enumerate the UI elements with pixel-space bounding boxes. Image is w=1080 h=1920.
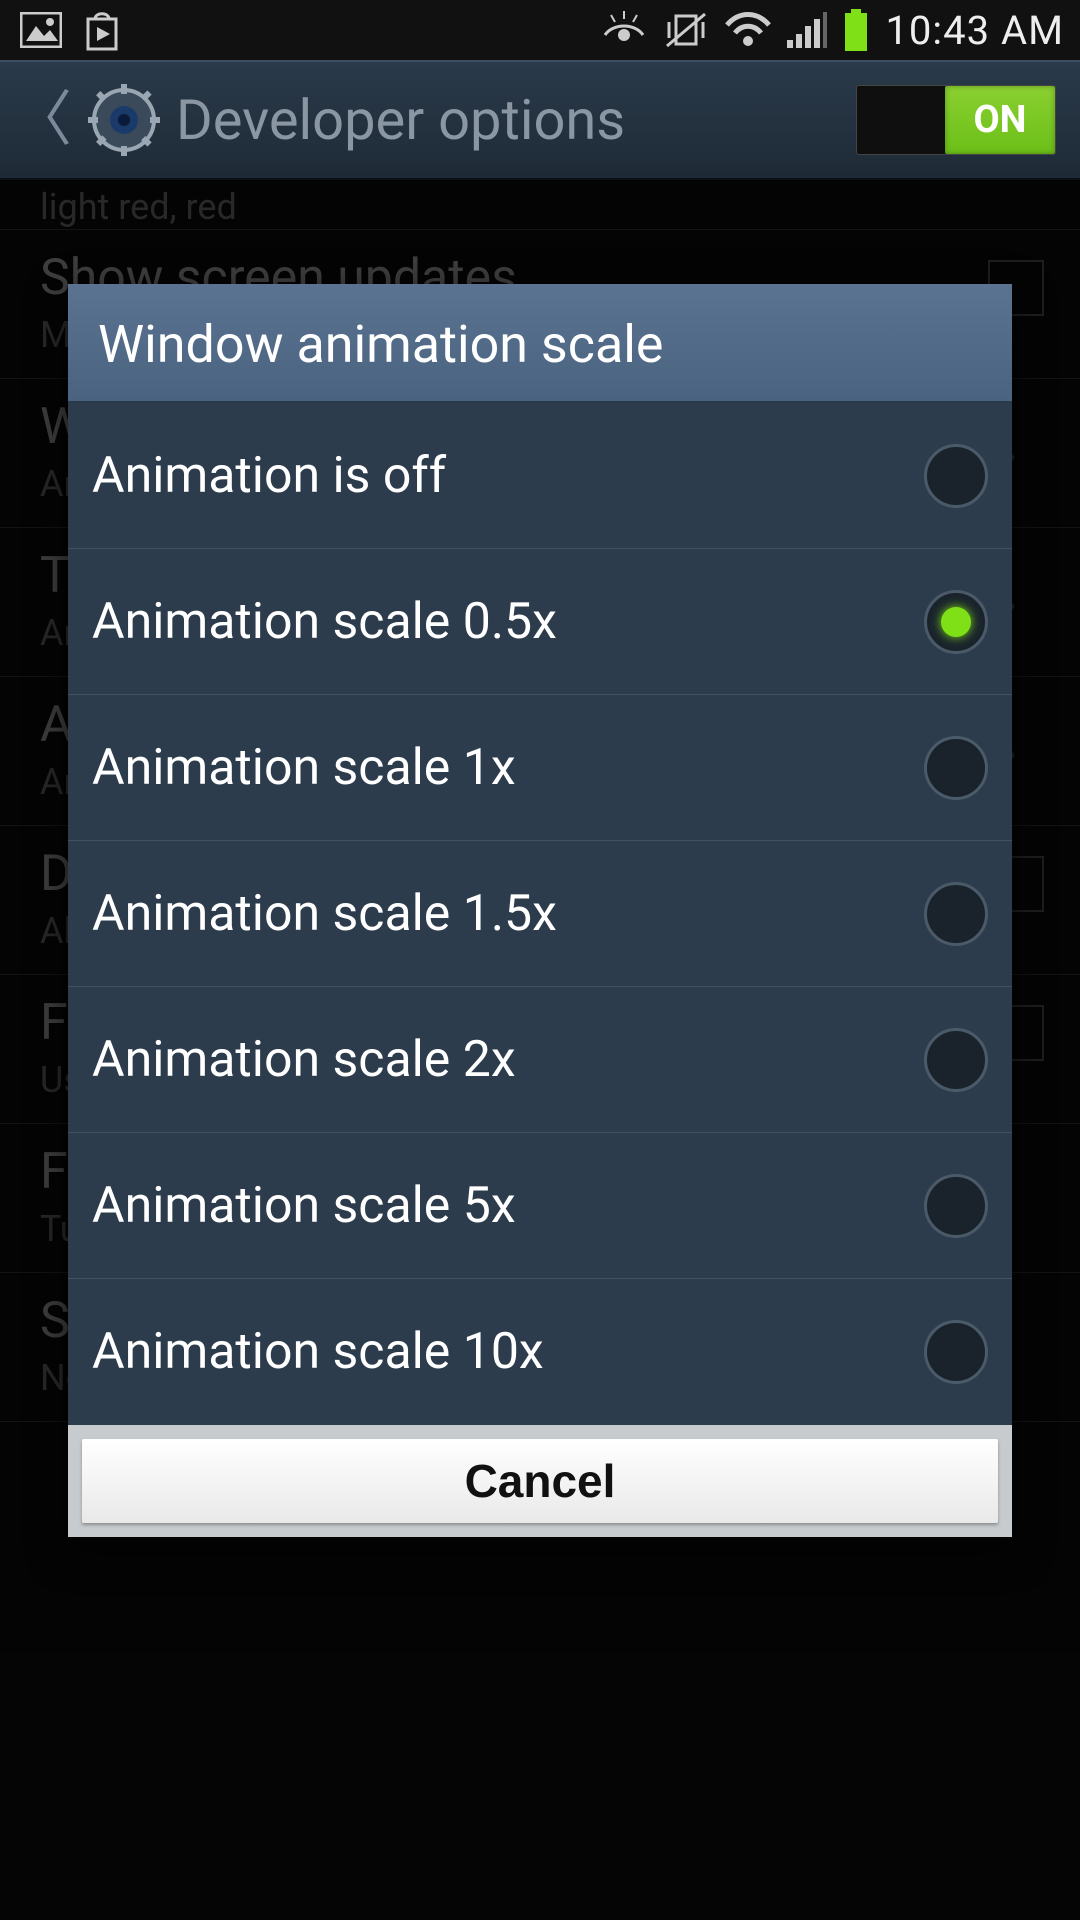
header-left[interactable]: 〈 Developer options bbox=[12, 82, 625, 158]
radio-icon[interactable] bbox=[924, 1174, 988, 1238]
battery-icon bbox=[843, 9, 869, 51]
radio-icon[interactable] bbox=[924, 736, 988, 800]
cancel-button[interactable]: Cancel bbox=[82, 1439, 998, 1523]
dialog-option[interactable]: Animation scale 0.5x bbox=[68, 549, 1012, 695]
dialog-title: Window animation scale bbox=[68, 284, 1012, 403]
dialog-option-label: Animation scale 1x bbox=[92, 739, 516, 797]
back-icon[interactable]: 〈 bbox=[12, 90, 72, 150]
dialog-option-label: Animation is off bbox=[92, 447, 446, 505]
dialog-option-label: Animation scale 0.5x bbox=[92, 593, 557, 651]
status-left bbox=[20, 9, 122, 51]
radio-icon[interactable] bbox=[924, 590, 988, 654]
dialog-option[interactable]: Animation scale 2x bbox=[68, 987, 1012, 1133]
play-store-icon bbox=[82, 9, 122, 51]
gear-icon bbox=[86, 82, 162, 158]
dialog-option[interactable]: Animation scale 1.5x bbox=[68, 841, 1012, 987]
dialog-option-label: Animation scale 10x bbox=[92, 1323, 544, 1381]
developer-options-toggle[interactable]: ON bbox=[856, 85, 1056, 155]
status-bar: 10:43 AM bbox=[0, 0, 1080, 60]
dialog-option[interactable]: Animation scale 1x bbox=[68, 695, 1012, 841]
radio-icon[interactable] bbox=[924, 444, 988, 508]
vibrate-icon bbox=[663, 10, 709, 50]
gallery-icon bbox=[20, 12, 62, 48]
wifi-icon bbox=[725, 11, 771, 49]
radio-icon[interactable] bbox=[924, 1028, 988, 1092]
dialog-option-list: Animation is off Animation scale 0.5x Anim… bbox=[68, 403, 1012, 1425]
radio-icon[interactable] bbox=[924, 882, 988, 946]
dialog-option-label: Animation scale 2x bbox=[92, 1031, 516, 1089]
dialog-option[interactable]: Animation scale 10x bbox=[68, 1279, 1012, 1425]
page-title: Developer options bbox=[176, 87, 625, 153]
toggle-state-label: ON bbox=[945, 86, 1055, 154]
dialog-option-label: Animation scale 5x bbox=[92, 1177, 516, 1235]
dialog-option-label: Animation scale 1.5x bbox=[92, 885, 557, 943]
dialog-footer: Cancel bbox=[68, 1425, 1012, 1537]
app-header: 〈 Developer options ON bbox=[0, 60, 1080, 180]
dialog-option[interactable]: Animation is off bbox=[68, 403, 1012, 549]
dialog-option[interactable]: Animation scale 5x bbox=[68, 1133, 1012, 1279]
radio-icon[interactable] bbox=[924, 1320, 988, 1384]
eye-icon bbox=[601, 11, 647, 49]
status-right: 10:43 AM bbox=[601, 7, 1064, 54]
window-animation-scale-dialog: Window animation scale Animation is offA… bbox=[68, 284, 1012, 1537]
signal-icon bbox=[787, 12, 827, 48]
status-clock: 10:43 AM bbox=[885, 7, 1064, 54]
